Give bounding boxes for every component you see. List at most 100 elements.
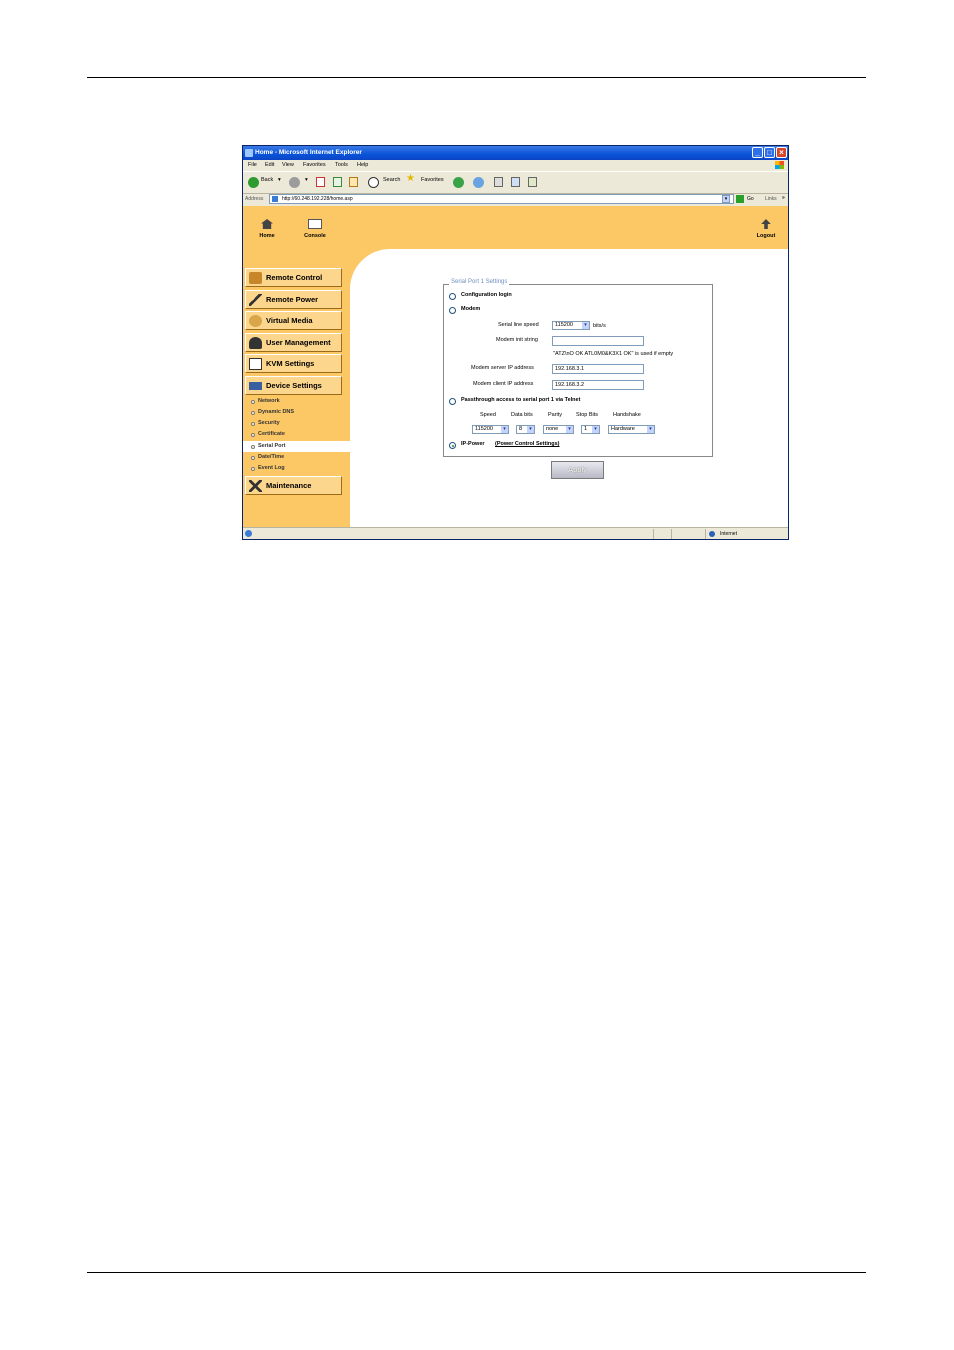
pt-handshake-select[interactable]: Hardware ▾ (608, 425, 655, 434)
web-content: Home Console Logout Remote Control Remot… (243, 206, 788, 527)
sidebar-item-remote-control[interactable]: Remote Control (245, 268, 342, 287)
back-arrow-icon[interactable] (248, 177, 259, 188)
sidebar-item-kvm-settings[interactable]: KVM Settings (245, 354, 342, 373)
modem-server-ip-input[interactable]: 192.168.3.1 (552, 364, 644, 374)
serial-speed-value: 115200 (555, 322, 573, 328)
sidebar-subitem-event-log[interactable]: Event Log (243, 463, 350, 474)
nav-console-label: Console (304, 233, 326, 239)
power-control-settings-link[interactable]: (Power Control Settings) (495, 441, 559, 447)
chevron-down-icon: ▾ (647, 426, 654, 433)
subitem-label: Event Log (258, 465, 285, 471)
mail-icon[interactable] (473, 177, 484, 188)
home-browser-icon[interactable] (349, 177, 358, 187)
status-bar: Internet (243, 527, 788, 539)
minimize-icon[interactable]: _ (752, 147, 763, 158)
serial-speed-select[interactable]: 115200 ▾ (552, 321, 590, 330)
modem-init-input[interactable] (552, 336, 644, 346)
sidebar-subitem-date-time[interactable]: Date/Time (243, 452, 350, 463)
ie-icon (245, 149, 253, 157)
menu-edit[interactable]: Edit (265, 160, 274, 170)
chevron-right-icon[interactable]: » (782, 192, 785, 204)
bullet-icon (251, 433, 255, 437)
sidebar-item-virtual-media[interactable]: Virtual Media (245, 311, 342, 330)
forward-arrow-icon[interactable] (289, 177, 300, 188)
pt-stopbits-header: Stop Bits (576, 412, 599, 418)
sidebar-item-user-management[interactable]: User Management (245, 333, 342, 352)
config-login-label: Configuration login (461, 292, 512, 298)
pt-speed-value: 115200 (475, 426, 493, 432)
sidebar-item-label: Remote Power (266, 295, 319, 304)
pt-databits-header: Data bits (511, 412, 533, 418)
chevron-down-icon: ▾ (592, 426, 599, 433)
close-icon[interactable]: × (776, 147, 787, 158)
address-input[interactable]: http://60.248.192.228/home.asp ▾ (269, 194, 734, 204)
nav-home-label: Home (259, 233, 275, 239)
subitem-label: Dynamic DNS (258, 409, 295, 415)
edit-icon[interactable] (511, 177, 520, 187)
serial-speed-unit: bits/s (593, 323, 606, 329)
menu-tools[interactable]: Tools (335, 160, 348, 170)
menu-view[interactable]: View (282, 160, 294, 170)
pt-speed-select[interactable]: 115200 ▾ (472, 425, 509, 434)
sidebar-subitem-certificate[interactable]: Certificate (243, 429, 350, 440)
search-icon[interactable] (368, 177, 379, 188)
favorites-button[interactable]: Favorites (421, 177, 444, 183)
menu-file[interactable]: File (248, 160, 257, 170)
search-button[interactable]: Search (383, 177, 400, 183)
links-button[interactable]: Links (765, 193, 777, 205)
sidebar-subitem-serial-port[interactable]: Serial Port (243, 441, 350, 452)
stop-icon[interactable] (316, 177, 325, 187)
address-bar: Address http://60.248.192.228/home.asp ▾… (243, 193, 788, 205)
kvm-icon (249, 358, 262, 370)
pt-parity-value: none (546, 426, 559, 432)
apply-button[interactable]: Apply (551, 461, 604, 479)
sidebar-item-label: User Management (266, 338, 331, 347)
back-dropdown-icon[interactable]: ▾ (278, 177, 281, 183)
sidebar-subitem-dynamic-dns[interactable]: Dynamic DNS (243, 407, 350, 418)
ip-power-radio[interactable] (449, 442, 456, 449)
modem-init-label: Modem init string (496, 337, 538, 343)
serial-speed-label: Serial line speed (498, 322, 539, 328)
modem-radio[interactable] (449, 307, 456, 314)
address-dropdown-icon[interactable]: ▾ (722, 195, 730, 203)
pt-parity-select[interactable]: none ▾ (543, 425, 574, 434)
status-separator (653, 529, 654, 539)
modem-client-ip-input[interactable]: 192.168.3.2 (552, 380, 644, 390)
sidebar-item-device-settings[interactable]: Device Settings (245, 376, 342, 395)
bullet-icon (251, 411, 255, 415)
status-separator (671, 529, 672, 539)
config-login-radio[interactable] (449, 293, 456, 300)
nav-console[interactable]: Console (298, 219, 332, 239)
go-button[interactable]: Go (747, 193, 754, 205)
subitem-label: Certificate (258, 431, 285, 437)
nav-home[interactable]: Home (251, 219, 283, 239)
messenger-icon[interactable] (528, 177, 537, 187)
media-icon[interactable] (453, 177, 464, 188)
forward-dropdown-icon[interactable]: ▾ (305, 177, 308, 183)
users-icon (249, 337, 262, 349)
logout-icon (761, 219, 771, 229)
favorites-star-icon[interactable]: ★ (406, 173, 415, 184)
menu-help[interactable]: Help (357, 160, 368, 170)
sidebar-item-maintenance[interactable]: Maintenance (245, 476, 342, 495)
nav-logout[interactable]: Logout (748, 219, 784, 239)
pt-stopbits-select[interactable]: 1 ▾ (581, 425, 600, 434)
maximize-icon[interactable]: □ (764, 147, 775, 158)
chevron-down-icon: ▾ (582, 322, 589, 329)
status-separator (705, 529, 706, 539)
browser-toolbar: Back ▾ ▾ Search ★ Favorites (243, 171, 788, 194)
pt-parity-header: Parity (548, 412, 563, 418)
back-button[interactable]: Back (261, 177, 273, 183)
refresh-icon[interactable] (333, 177, 342, 187)
chevron-down-icon: ▾ (527, 426, 534, 433)
sidebar-subitem-security[interactable]: Security (243, 418, 350, 429)
pt-databits-select[interactable]: 8 ▾ (516, 425, 535, 434)
go-arrow-icon[interactable] (736, 195, 744, 203)
sidebar-subitem-network[interactable]: Network (243, 396, 350, 407)
menu-favorites[interactable]: Favorites (303, 160, 326, 170)
modem-client-ip-value: 192.168.3.2 (555, 382, 585, 388)
subitem-label: Security (258, 420, 280, 426)
sidebar-item-remote-power[interactable]: Remote Power (245, 290, 342, 309)
print-icon[interactable] (494, 177, 503, 187)
passthrough-radio[interactable] (449, 398, 456, 405)
